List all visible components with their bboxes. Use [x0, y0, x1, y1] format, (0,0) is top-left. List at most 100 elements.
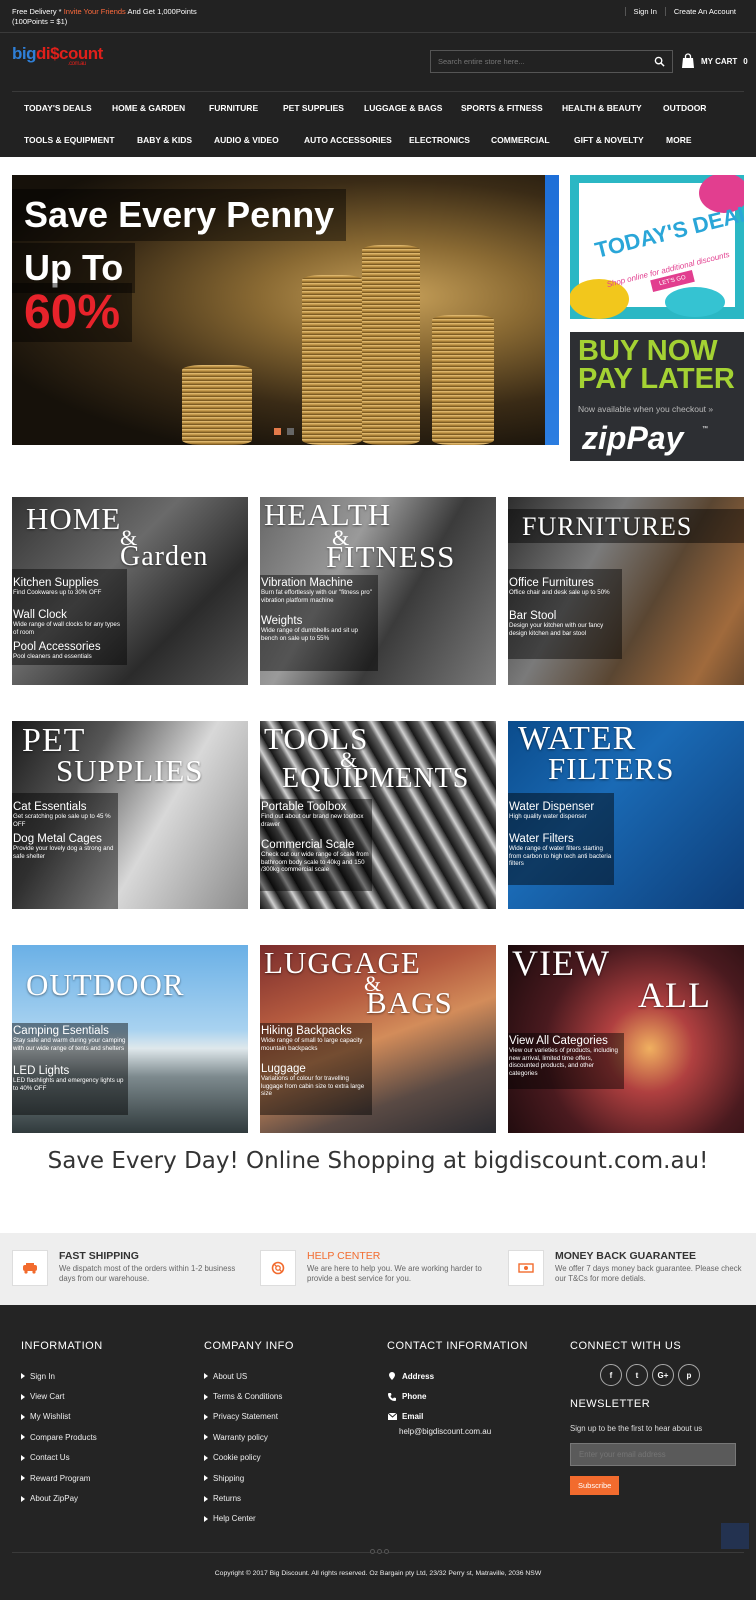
- caret-right-icon: [204, 1475, 208, 1482]
- tile-item[interactable]: Camping Esentials Stay safe and warm duri…: [13, 1025, 127, 1052]
- footer-link-compare[interactable]: Compare Products: [21, 1427, 103, 1447]
- nav-home-garden[interactable]: HOME & GARDEN: [112, 103, 185, 113]
- tile-item[interactable]: Pool Accessories Pool cleaners and essent…: [13, 641, 125, 661]
- footer-link-reward[interactable]: Reward Program: [21, 1468, 103, 1488]
- nav-sports-fitness[interactable]: SPORTS & FITNESS: [461, 103, 543, 113]
- contact-phone: Phone: [387, 1386, 528, 1406]
- zip-headline-1: BUY NOW: [578, 335, 718, 367]
- tile-item[interactable]: Commercial Scale Check out our wide range…: [261, 839, 369, 874]
- footer-heading: COMPANY INFO: [204, 1340, 294, 1352]
- slide-dot-2[interactable]: [287, 428, 294, 435]
- sign-in-link[interactable]: Sign In: [624, 7, 665, 16]
- nav-commercial[interactable]: COMMERCIAL: [491, 135, 550, 145]
- nav-furniture[interactable]: FURNITURE: [209, 103, 258, 113]
- tile-item[interactable]: Bar Stool Design your kitchen with our fa…: [509, 610, 619, 637]
- newsletter-email-input[interactable]: [570, 1443, 736, 1466]
- nav-baby-kids[interactable]: BABY & KIDS: [137, 135, 192, 145]
- pinterest-icon[interactable]: p: [678, 1364, 700, 1386]
- tile-item[interactable]: Cat Essentials Get scratching pole sale u…: [13, 801, 117, 828]
- category-tile-tools-equipments[interactable]: TOOLS & EQUIPMENTS Portable Toolbox Find …: [260, 721, 496, 909]
- footer-link-shipping[interactable]: Shipping: [204, 1468, 294, 1488]
- zippay-banner[interactable]: BUY NOW PAY LATER Now available when you…: [570, 332, 744, 461]
- category-tile-pet-supplies[interactable]: PET SUPPLIES Cat Essentials Get scratchin…: [12, 721, 248, 909]
- tile-item[interactable]: Weights Wide range of dumbbells and sit u…: [261, 615, 376, 642]
- newsletter-heading: NEWSLETTER: [570, 1398, 651, 1410]
- zip-subtitle: Now available when you checkout »: [578, 404, 714, 414]
- nav-outdoor[interactable]: OUTDOOR: [663, 103, 706, 113]
- nav-auto-accessories[interactable]: AUTO ACCESSORIES: [304, 135, 392, 145]
- subscribe-button[interactable]: Subscribe: [570, 1476, 620, 1495]
- nav-more[interactable]: MORE: [666, 135, 692, 145]
- category-tile-health-fitness[interactable]: HEALTH & FITNESS Vibration Machine Burn f…: [260, 497, 496, 685]
- caret-right-icon: [204, 1413, 208, 1420]
- todays-deals-banner[interactable]: TODAY'S DEALS Shop online for additional…: [570, 175, 744, 319]
- facebook-icon[interactable]: f: [600, 1364, 622, 1386]
- search-input[interactable]: [431, 51, 641, 72]
- footer-link-returns[interactable]: Returns: [204, 1488, 294, 1508]
- nav-gift-novelty[interactable]: GIFT & NOVELTY: [574, 135, 644, 145]
- caret-right-icon: [21, 1373, 25, 1380]
- nav-tools-equipment[interactable]: TOOLS & EQUIPMENT: [24, 135, 115, 145]
- tile-title: VIEW: [512, 945, 610, 983]
- footer-heading: CONTACT INFORMATION: [387, 1340, 528, 1352]
- caret-right-icon: [204, 1373, 208, 1380]
- footer-link-terms[interactable]: Terms & Conditions: [204, 1386, 294, 1406]
- google-plus-icon[interactable]: G+: [652, 1364, 674, 1386]
- logo-part-big: big: [12, 44, 37, 63]
- footer-link-help-center[interactable]: Help Center: [204, 1509, 294, 1529]
- nav-health-beauty[interactable]: HEALTH & BEAUTY: [562, 103, 642, 113]
- tile-item[interactable]: Portable Toolbox Find out about our brand…: [261, 801, 369, 828]
- hero-slider[interactable]: Save Every Penny Up To 60%: [12, 175, 559, 445]
- features-strip: FAST SHIPPING We dispatch most of the or…: [0, 1233, 756, 1305]
- feature-description: We are here to help you. We are working …: [307, 1264, 482, 1283]
- footer-link-wishlist[interactable]: My Wishlist: [21, 1407, 103, 1427]
- footer-link-cookie[interactable]: Cookie policy: [204, 1448, 294, 1468]
- tile-item[interactable]: View All Categories View our varieties of…: [509, 1035, 621, 1077]
- footer-link-sign-in[interactable]: Sign In: [21, 1366, 103, 1386]
- create-account-link[interactable]: Create An Account: [664, 7, 744, 16]
- slide-dot-1[interactable]: [274, 428, 281, 435]
- map-marker-icon: [387, 1372, 397, 1381]
- tile-item[interactable]: Water Filters Wide range of water filters…: [509, 833, 613, 868]
- footer-link-contact[interactable]: Contact Us: [21, 1448, 103, 1468]
- tile-item[interactable]: Luggage Variations of colour for travelli…: [261, 1063, 369, 1098]
- footer-link-zippay[interactable]: About ZipPay: [21, 1488, 103, 1508]
- nav-electronics[interactable]: ELECTRONICS: [409, 135, 470, 145]
- twitter-icon[interactable]: t: [626, 1364, 648, 1386]
- back-to-top-button[interactable]: [721, 1523, 749, 1549]
- feature-title[interactable]: HELP CENTER: [307, 1250, 380, 1262]
- search-icon[interactable]: [654, 56, 665, 67]
- tile-title-2: EQUIPMENTS: [282, 763, 470, 794]
- category-tile-home-garden[interactable]: HOME & Garden Kitchen Supplies Find Cookw…: [12, 497, 248, 685]
- tile-item[interactable]: Water Dispenser High quality water dispen…: [509, 801, 613, 821]
- cart-button[interactable]: MY CART 0: [680, 53, 748, 69]
- site-logo[interactable]: bigdi$count .com.au: [12, 44, 103, 67]
- category-tile-outdoor[interactable]: OUTDOOR Camping Esentials Stay safe and w…: [12, 945, 248, 1133]
- nav-audio-video[interactable]: AUDIO & VIDEO: [214, 135, 279, 145]
- caret-right-icon: [21, 1495, 25, 1502]
- nav-luggage-bags[interactable]: LUGGAGE & BAGS: [364, 103, 442, 113]
- tile-item[interactable]: Hiking Backpacks Wide range of small to l…: [261, 1025, 369, 1052]
- tile-item[interactable]: Vibration Machine Burn fat effortlessly w…: [261, 577, 376, 604]
- footer-contact: CONTACT INFORMATION Address Phone Email …: [387, 1340, 528, 1436]
- category-tile-water-filters[interactable]: WATER FILTERS Water Dispenser High qualit…: [508, 721, 744, 909]
- footer-link-about[interactable]: About US: [204, 1366, 294, 1386]
- tile-item[interactable]: Kitchen Supplies Find Cookwares up to 30%…: [13, 577, 125, 597]
- category-tile-furnitures[interactable]: FURNITURES Office Furnitures Office chair…: [508, 497, 744, 685]
- footer-link-warranty[interactable]: Warranty policy: [204, 1427, 294, 1447]
- tile-item[interactable]: Dog Metal Cages Provide your lovely dog a…: [13, 833, 117, 860]
- tile-item[interactable]: Office Furnitures Office chair and desk s…: [509, 577, 619, 597]
- category-tile-luggage-bags[interactable]: LUGGAGE & BAGS Hiking Backpacks Wide rang…: [260, 945, 496, 1133]
- account-links: Sign In Create An Account: [624, 7, 744, 16]
- tile-item[interactable]: Wall Clock Wide range of wall clocks for …: [13, 609, 125, 636]
- tile-item[interactable]: LED Lights LED flashlights and emergency …: [13, 1065, 127, 1092]
- footer-link-privacy[interactable]: Privacy Statement: [204, 1407, 294, 1427]
- contact-email-link[interactable]: help@bigdiscount.com.au: [387, 1427, 528, 1436]
- shopping-bag-icon: [682, 53, 694, 68]
- footer-link-view-cart[interactable]: View Cart: [21, 1386, 103, 1406]
- caret-right-icon: [21, 1475, 25, 1482]
- nav-pet-supplies[interactable]: PET SUPPLIES: [283, 103, 344, 113]
- nav-todays-deals[interactable]: TODAY'S DEALS: [24, 103, 92, 113]
- invite-friends-link[interactable]: Invite Your Friends: [64, 7, 126, 16]
- category-tile-view-all[interactable]: VIEW ALL View All Categories View our var…: [508, 945, 744, 1133]
